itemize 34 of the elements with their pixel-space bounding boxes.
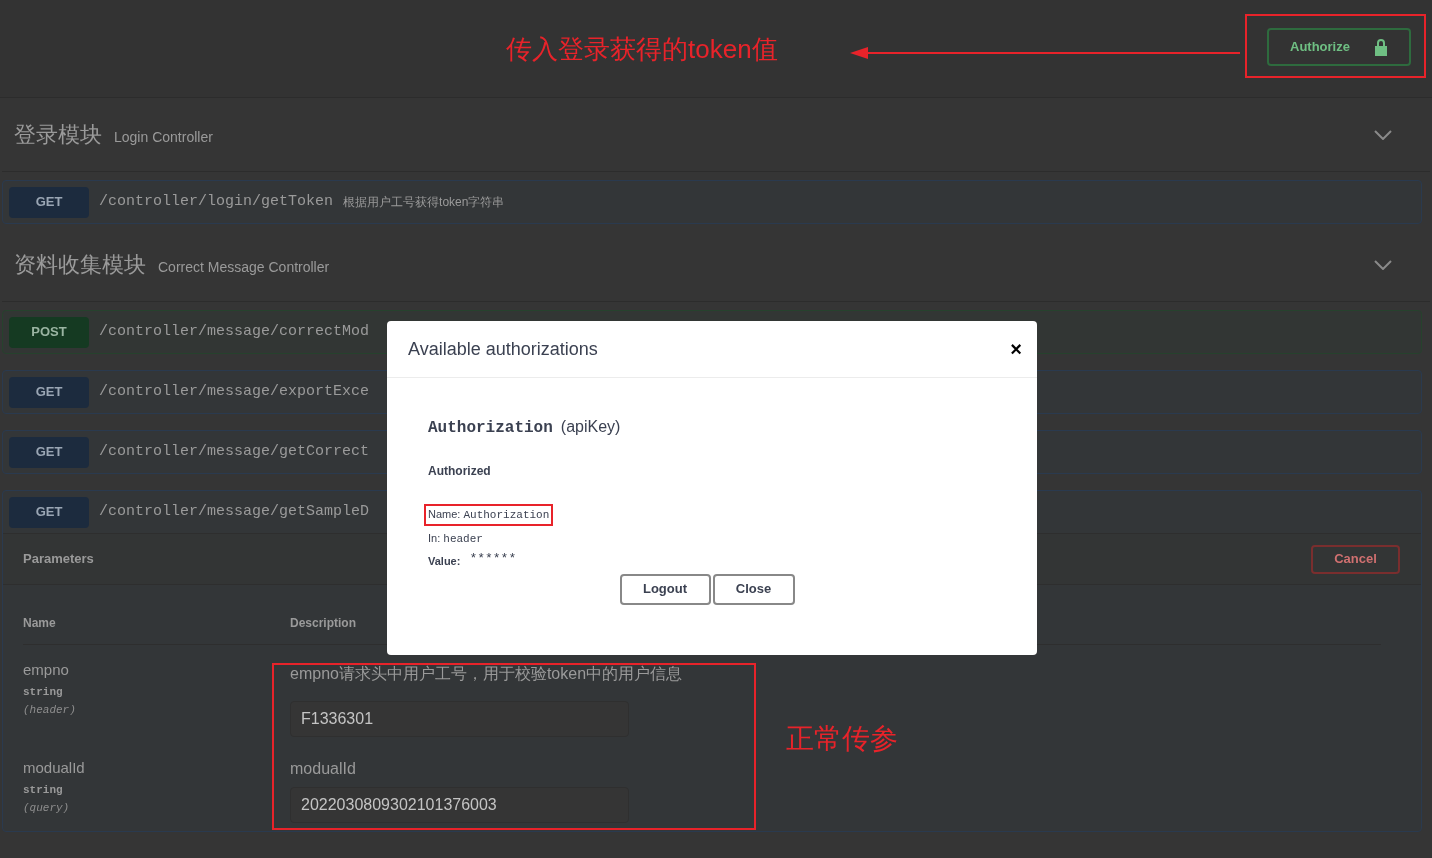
auth-name: Name: Authorization bbox=[424, 504, 554, 526]
parameter-description: empno请求头中用户工号，用于校验token中的用户信息 bbox=[290, 664, 683, 684]
scheme-name: Authorization bbox=[428, 418, 553, 439]
endpoint-path: /controller/message/getCorrect bbox=[99, 441, 370, 462]
value-label: Value: bbox=[428, 554, 461, 569]
endpoint-path: /controller/message/getSampleD bbox=[99, 501, 370, 522]
parameter-type: string bbox=[23, 782, 64, 798]
annotation-text: 传入登录获得的token值 bbox=[506, 33, 778, 66]
endpoint-path: /controller/message/exportExce bbox=[99, 381, 370, 402]
parameter-name: modualId bbox=[23, 758, 86, 778]
method-badge: GET bbox=[9, 496, 89, 528]
masked-value: ****** bbox=[469, 549, 517, 568]
column-header: Name bbox=[23, 615, 57, 632]
modal-title: Available authorizations bbox=[408, 337, 598, 361]
method-badge: GET bbox=[9, 186, 89, 218]
method-badge: GET bbox=[9, 436, 89, 468]
endpoint-path: /controller/login/getToken bbox=[99, 191, 334, 212]
parameter-name: empno bbox=[23, 660, 70, 680]
endpoint-path: /controller/message/correctMod bbox=[99, 321, 370, 342]
annotation-text: 正常传参 bbox=[786, 722, 898, 756]
endpoint-summary: 根据用户工号获得token字符串 bbox=[343, 194, 506, 211]
section-subtitle: Login Controller bbox=[114, 128, 213, 147]
parameter-location: (header) bbox=[23, 703, 77, 718]
section-subtitle: Correct Message Controller bbox=[158, 258, 330, 277]
parameter-location: (query) bbox=[23, 801, 71, 816]
auth-status: Authorized bbox=[428, 463, 492, 480]
method-badge: POST bbox=[9, 316, 89, 348]
parameters-heading: Parameters bbox=[23, 550, 94, 569]
parameter-description: modualId bbox=[290, 759, 357, 779]
auth-location: In: header bbox=[428, 530, 484, 547]
parameter-type: string bbox=[23, 684, 64, 700]
column-header: Description bbox=[290, 615, 356, 632]
scheme-type: (apiKey) bbox=[560, 417, 621, 437]
method-badge: GET bbox=[9, 376, 89, 408]
